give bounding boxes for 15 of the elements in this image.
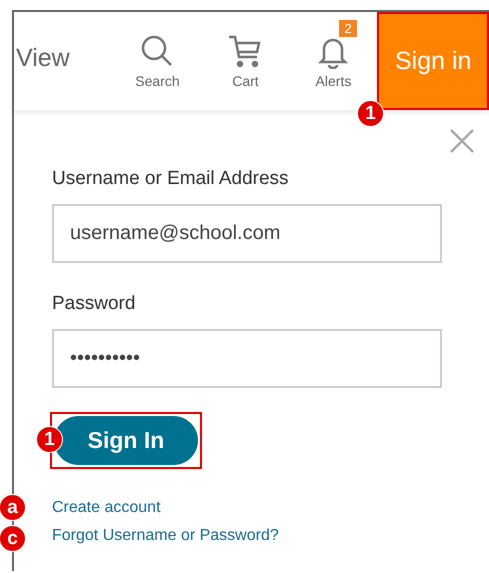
callout-marker: c [0,525,26,552]
field-label: Password [52,293,136,315]
sign-in-button[interactable]: Sign In [54,416,198,465]
callout-marker: a [0,494,26,521]
nav-item[interactable]: Cart [201,12,290,110]
notification-badge: 2 [339,20,357,37]
input-field[interactable]: username@school.com [52,204,442,263]
view-label[interactable]: View [16,44,114,78]
input-field[interactable]: •••••••••• [52,329,442,388]
field-label: Username or Email Address [52,168,290,190]
link[interactable]: Create account [52,499,161,517]
callout-marker: 1 [357,100,384,127]
link[interactable]: Forgot Username or Password? [52,527,279,545]
nav-item[interactable]: Search [113,12,202,110]
callout-marker: 1 [36,426,63,453]
